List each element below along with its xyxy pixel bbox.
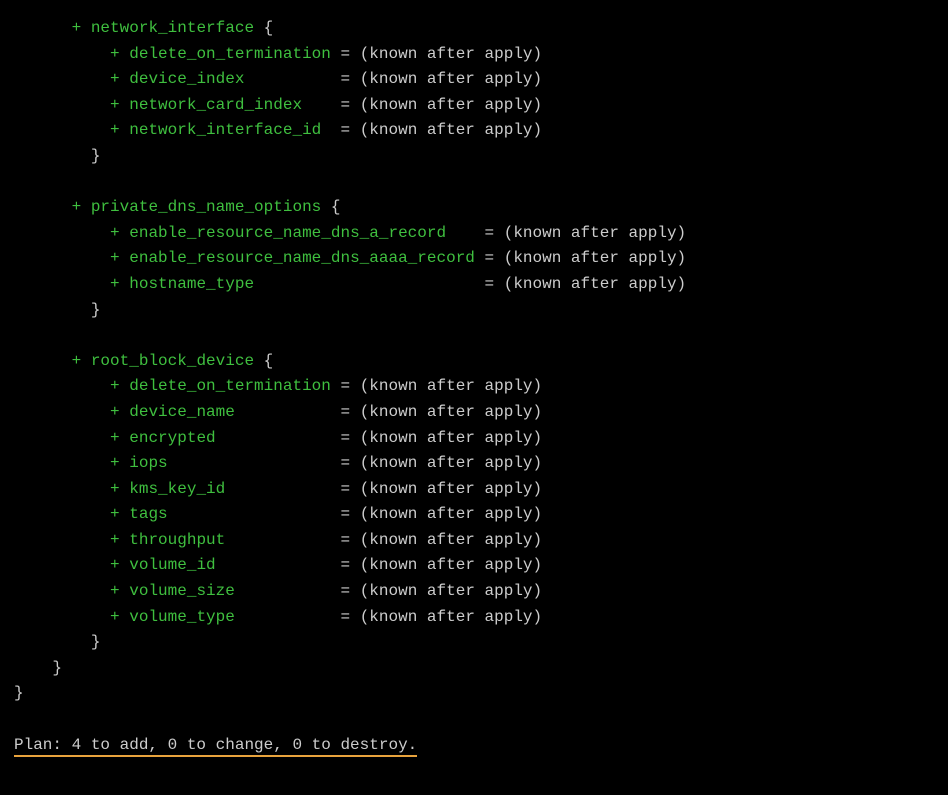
attr-key: enable_resource_name_dns_a_record [129,224,446,242]
block-close: } [14,144,934,170]
attr-value: (known after apply) [504,224,686,242]
attr-value: (known after apply) [360,377,542,395]
attr-line: + tags = (known after apply) [14,502,934,528]
attr-value: (known after apply) [360,480,542,498]
attr-line: + enable_resource_name_dns_a_record = (k… [14,221,934,247]
attr-value: (known after apply) [504,275,686,293]
attr-line: + hostname_type = (known after apply) [14,272,934,298]
plan-summary: Plan: 4 to add, 0 to change, 0 to destro… [14,736,417,757]
attr-key: encrypted [129,429,215,447]
block-name: network_interface [91,19,254,37]
terminal-output: + network_interface { + delete_on_termin… [0,0,948,778]
block-open-network_interface: + network_interface { [14,16,934,42]
attr-value: (known after apply) [360,429,542,447]
attr-line: + enable_resource_name_dns_aaaa_record =… [14,246,934,272]
attr-value: (known after apply) [360,96,542,114]
attr-line: + volume_id = (known after apply) [14,553,934,579]
attr-value: (known after apply) [360,45,542,63]
attr-key: device_name [129,403,235,421]
blank-line [14,707,934,733]
attr-line: + encrypted = (known after apply) [14,426,934,452]
attr-value: (known after apply) [360,505,542,523]
attr-key: enable_resource_name_dns_aaaa_record [129,249,475,267]
attr-value: (known after apply) [360,582,542,600]
attr-line: + device_index = (known after apply) [14,67,934,93]
attr-key: tags [129,505,167,523]
attr-value: (known after apply) [504,249,686,267]
attr-line: + throughput = (known after apply) [14,528,934,554]
attr-key: volume_id [129,556,215,574]
attr-value: (known after apply) [360,531,542,549]
attr-key: kms_key_id [129,480,225,498]
outer-close: } [14,681,934,707]
block-name: root_block_device [91,352,254,370]
attr-value: (known after apply) [360,403,542,421]
attr-line: + device_name = (known after apply) [14,400,934,426]
block-close: } [14,630,934,656]
attr-value: (known after apply) [360,556,542,574]
attr-value: (known after apply) [360,454,542,472]
block-open-root_block_device: + root_block_device { [14,349,934,375]
attr-value: (known after apply) [360,608,542,626]
outer-close: } [14,656,934,682]
attr-key: iops [129,454,167,472]
attr-line: + kms_key_id = (known after apply) [14,477,934,503]
attr-line: + network_interface_id = (known after ap… [14,118,934,144]
plan-summary-line: Plan: 4 to add, 0 to change, 0 to destro… [14,733,934,759]
attr-value: (known after apply) [360,121,542,139]
attr-key: delete_on_termination [129,377,331,395]
block-name: private_dns_name_options [91,198,321,216]
attr-key: volume_size [129,582,235,600]
attr-line: + iops = (known after apply) [14,451,934,477]
attr-line: + volume_size = (known after apply) [14,579,934,605]
attr-key: device_index [129,70,244,88]
attr-line: + network_card_index = (known after appl… [14,93,934,119]
blank-line [14,323,934,349]
attr-line: + delete_on_termination = (known after a… [14,374,934,400]
attr-key: delete_on_termination [129,45,331,63]
attr-line: + volume_type = (known after apply) [14,605,934,631]
block-close: } [14,298,934,324]
block-open-private_dns_name_options: + private_dns_name_options { [14,195,934,221]
attr-key: throughput [129,531,225,549]
attr-value: (known after apply) [360,70,542,88]
attr-key: network_interface_id [129,121,321,139]
attr-line: + delete_on_termination = (known after a… [14,42,934,68]
blank-line [14,170,934,196]
attr-key: hostname_type [129,275,254,293]
attr-key: volume_type [129,608,235,626]
attr-key: network_card_index [129,96,302,114]
